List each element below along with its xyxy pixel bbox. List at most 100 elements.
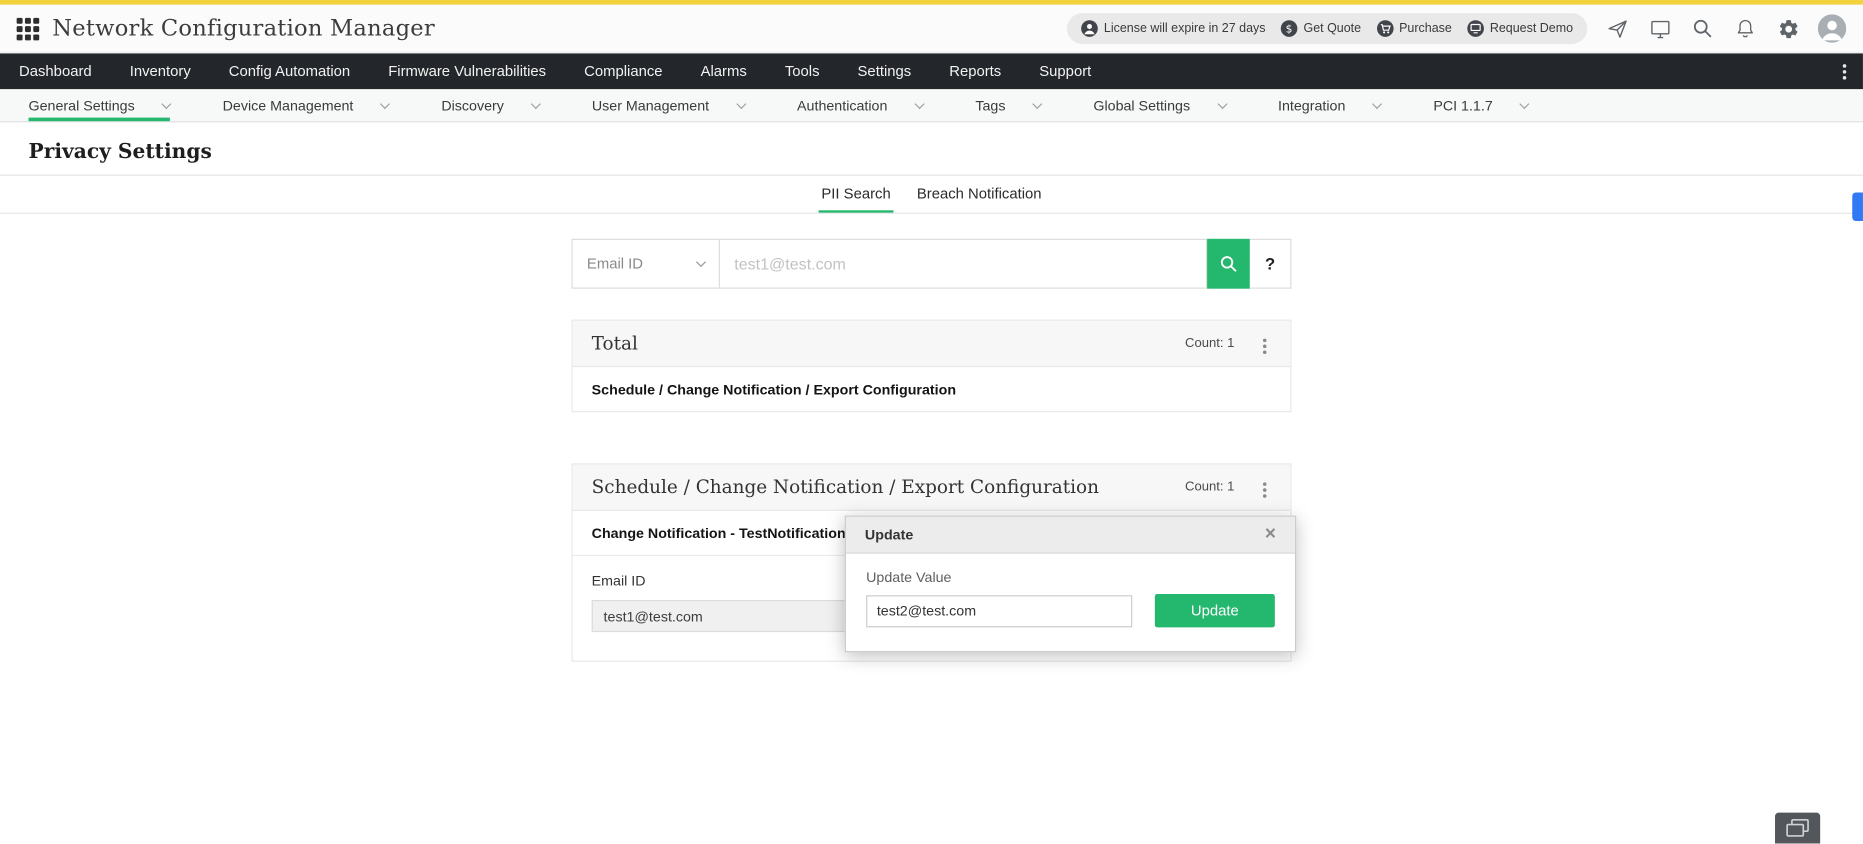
total-card: Total Count: 1 Schedule / Change Notific… [571,319,1292,413]
subnav-authentication[interactable]: Authentication [797,89,925,121]
app-viewport: Network Configuration Manager License wi… [0,0,1863,844]
chevron-down-icon [914,98,925,109]
subnav-integration[interactable]: Integration [1278,89,1383,121]
nav-alarms[interactable]: Alarms [682,53,766,89]
search-icon [1220,256,1237,272]
chevron-down-icon [380,98,391,109]
pii-search-input[interactable] [719,238,1208,289]
purchase-button[interactable]: Purchase [1376,20,1452,37]
close-icon[interactable]: × [1265,525,1276,544]
subnav-label: Discovery [441,96,504,114]
pii-search-bar: Email ID ? [571,238,1292,289]
scrollbar-thumb[interactable] [1852,192,1863,221]
update-submit-button[interactable]: Update [1154,594,1275,628]
update-popup-title: Update [864,526,914,543]
nav-tools[interactable]: Tools [766,53,839,89]
subnav-discovery[interactable]: Discovery [441,89,542,121]
app-header: Network Configuration Manager License wi… [0,4,1863,54]
result-card: Schedule / Change Notification / Export … [571,463,1297,662]
nav-compliance[interactable]: Compliance [565,53,681,89]
monitor-circle-icon [1467,20,1484,37]
subnav-label: Tags [975,96,1006,114]
nav-overflow-kebab-icon[interactable] [1842,53,1847,89]
chevron-down-icon [530,98,542,109]
page-title: Privacy Settings [28,140,212,164]
stacked-windows-icon [1786,818,1809,837]
get-quote-label: Get Quote [1303,21,1362,36]
search-button[interactable] [1207,238,1250,289]
main-nav: Dashboard Inventory Config Automation Fi… [0,53,1863,90]
update-value-input[interactable] [866,594,1133,627]
live-demo-icon[interactable] [1647,15,1673,41]
subnav-label: User Management [591,96,710,114]
nav-settings[interactable]: Settings [839,53,931,89]
user-circle-icon [1081,20,1098,37]
app-window: Network Configuration Manager License wi… [0,0,1863,844]
pii-search-panel: Email ID ? Total Count: 1 Schedule / Cha… [571,238,1297,662]
settings-subnav: General Settings Device Management Disco… [0,89,1863,123]
subnav-user-management[interactable]: User Management [591,89,747,121]
nav-inventory[interactable]: Inventory [111,53,210,89]
console-launcher-button[interactable] [1775,812,1821,844]
chevron-down-icon [1032,98,1043,109]
subnav-general-settings[interactable]: General Settings [28,89,172,122]
nav-reports[interactable]: Reports [930,53,1020,89]
chevron-down-icon [695,257,707,268]
result-card-header: Schedule / Change Notification / Export … [572,464,1291,511]
tab-pii-search[interactable]: PII Search [819,176,894,213]
total-card-header: Total Count: 1 [572,320,1291,368]
svg-text:$: $ [1286,22,1293,35]
result-card-kebab-icon[interactable] [1258,474,1271,500]
total-count-badge: Count: 1 [1185,336,1235,351]
update-popup-header: Update × [845,516,1296,554]
result-card-title: Schedule / Change Notification / Export … [591,476,1100,498]
nav-dashboard[interactable]: Dashboard [0,53,111,89]
total-card-title: Total [591,332,638,355]
nav-support[interactable]: Support [1020,53,1110,89]
update-popup-body: Update Value Update [846,554,1295,651]
search-icon[interactable] [1689,15,1715,41]
chevron-down-icon [1519,98,1530,109]
get-quote-button[interactable]: $ Get Quote [1280,20,1362,37]
update-popup: Update × Update Value Update [844,515,1297,653]
user-avatar[interactable] [1817,14,1847,43]
settings-gear-icon[interactable] [1775,15,1801,41]
nav-firmware-vulnerabilities[interactable]: Firmware Vulnerabilities [369,53,565,89]
pii-tabs: PII Search Breach Notification [0,176,1863,214]
subnav-label: Device Management [222,96,354,114]
subnav-label: PCI 1.1.7 [1433,96,1493,114]
subnav-label: Authentication [797,96,888,114]
subnav-label: Integration [1278,96,1346,114]
result-count-badge: Count: 1 [1185,479,1235,495]
update-value-label: Update Value [866,569,952,586]
search-criteria-value: Email ID [586,255,644,273]
total-card-kebab-icon[interactable] [1258,330,1271,356]
whats-new-icon[interactable] [1604,15,1630,41]
license-expiry-label: License will expire in 27 days [1103,21,1266,36]
dollar-circle-icon: $ [1280,20,1298,37]
request-demo-button[interactable]: Request Demo [1467,20,1573,37]
subnav-tags[interactable]: Tags [975,89,1043,121]
apps-grid-icon[interactable] [16,17,40,40]
subnav-pci-117[interactable]: PCI 1.1.7 [1433,89,1530,121]
license-expiry-badge[interactable]: License will expire in 27 days [1081,20,1265,37]
search-criteria-select[interactable]: Email ID [571,238,720,289]
chevron-down-icon [1217,98,1228,109]
subnav-label: Global Settings [1093,96,1191,114]
app-title: Network Configuration Manager [52,15,435,42]
notifications-bell-icon[interactable] [1732,15,1758,41]
app-header-left: Network Configuration Manager [16,15,435,42]
help-button[interactable]: ? [1249,238,1292,289]
chevron-down-icon [736,98,747,109]
app-header-right: License will expire in 27 days $ Get Quo… [1067,13,1847,44]
chevron-down-icon [1372,98,1383,109]
subnav-global-settings[interactable]: Global Settings [1093,89,1228,121]
subnav-device-management[interactable]: Device Management [222,89,391,121]
purchase-label: Purchase [1399,21,1452,36]
nav-config-automation[interactable]: Config Automation [210,53,369,89]
cart-circle-icon [1376,20,1394,37]
update-popup-controls: Update [866,594,1275,628]
total-card-row[interactable]: Schedule / Change Notification / Export … [573,367,1291,411]
tab-breach-notification[interactable]: Breach Notification [915,176,1044,213]
license-pill-group: License will expire in 27 days $ Get Quo… [1067,13,1588,44]
